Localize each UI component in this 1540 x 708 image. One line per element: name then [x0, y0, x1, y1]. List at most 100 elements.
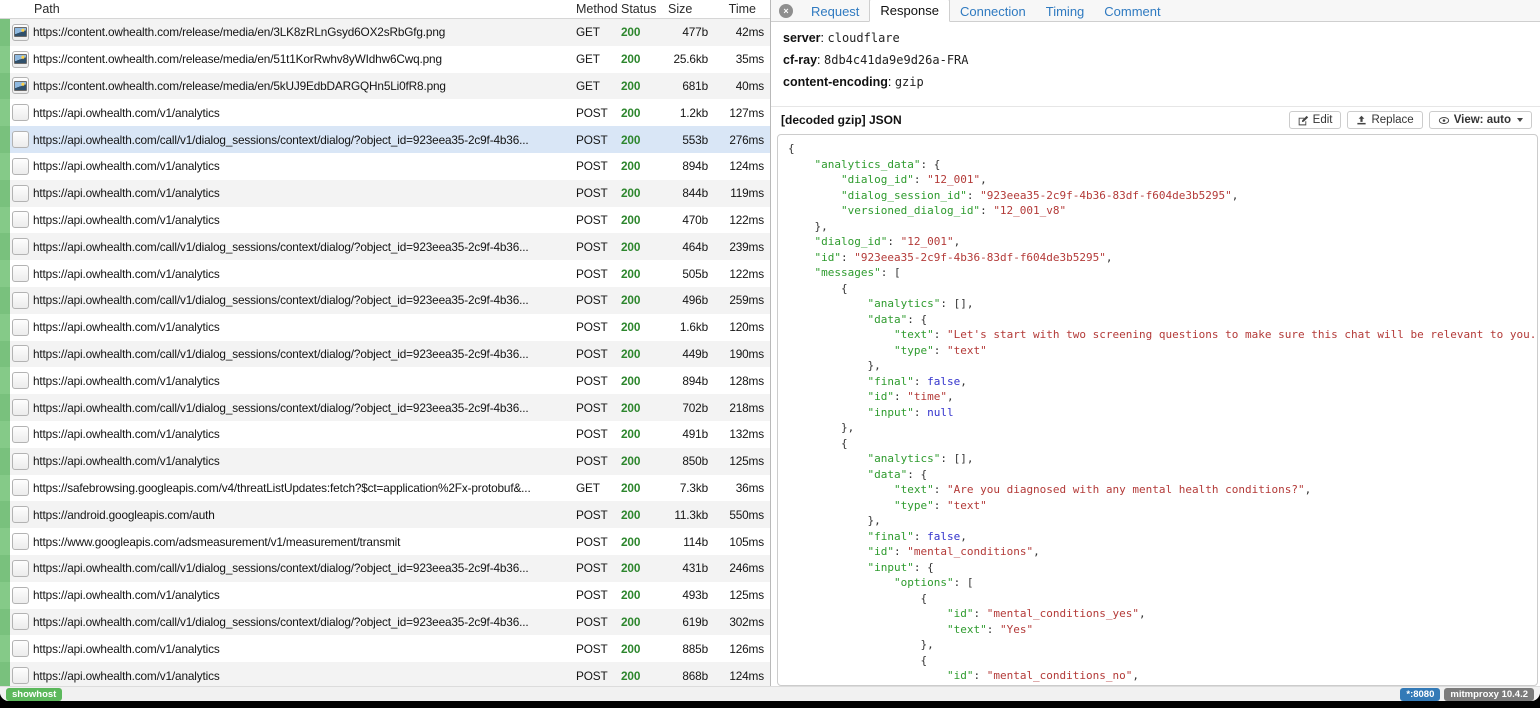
flow-list: Path Method Status Size Time https://con… [0, 0, 771, 686]
flow-row[interactable]: https://api.owhealth.com/call/v1/dialog_… [0, 609, 770, 636]
flow-row[interactable]: https://api.owhealth.com/v1/analytics PO… [0, 448, 770, 475]
flow-path: https://api.owhealth.com/v1/analytics [32, 374, 572, 388]
resource-type-icon [12, 104, 29, 121]
flow-method: GET [572, 52, 617, 66]
replace-button-label: Replace [1371, 114, 1413, 126]
upload-icon [1356, 115, 1367, 126]
view-mode-button[interactable]: View: auto [1429, 111, 1532, 129]
flow-row[interactable]: https://api.owhealth.com/v1/analytics PO… [0, 635, 770, 662]
flow-row[interactable]: https://api.owhealth.com/v1/analytics PO… [0, 367, 770, 394]
flow-method: POST [572, 615, 617, 629]
flow-row[interactable]: https://api.owhealth.com/v1/analytics PO… [0, 260, 770, 287]
flow-status: 200 [617, 374, 662, 388]
flow-row[interactable]: https://content.owhealth.com/release/med… [0, 19, 770, 46]
resource-type-icon [12, 77, 29, 94]
json-body-viewer[interactable]: { "analytics_data": { "dialog_id": "12_0… [777, 134, 1538, 686]
response-header-line: cf-ray: 8db4c41da9e9d26a-FRA [783, 54, 1528, 67]
flow-row[interactable]: https://content.owhealth.com/release/med… [0, 46, 770, 73]
flow-size: 681b [662, 79, 714, 93]
flow-status: 200 [617, 293, 662, 307]
flow-time: 132ms [714, 427, 768, 441]
header-name: cf-ray [783, 53, 817, 67]
flow-time: 259ms [714, 293, 768, 307]
resource-type-icon [12, 158, 29, 175]
flow-method: POST [572, 320, 617, 334]
json-line: "options": [ [788, 575, 1537, 591]
image-thumbnail-icon [14, 27, 27, 37]
flow-row[interactable]: https://www.googleapis.com/adsmeasuremen… [0, 528, 770, 555]
flow-size: 493b [662, 588, 714, 602]
flow-row[interactable]: https://api.owhealth.com/call/v1/dialog_… [0, 341, 770, 368]
json-line: "id": "time", [788, 389, 1537, 405]
flow-path: https://content.owhealth.com/release/med… [32, 79, 572, 93]
flow-status: 200 [617, 588, 662, 602]
json-line: }, [788, 219, 1537, 235]
flow-row[interactable]: https://api.owhealth.com/call/v1/dialog_… [0, 555, 770, 582]
flow-status: 200 [617, 669, 662, 683]
tab-timing[interactable]: Timing [1036, 1, 1095, 22]
flow-row[interactable]: https://api.owhealth.com/v1/analytics PO… [0, 582, 770, 609]
flow-time: 125ms [714, 588, 768, 602]
marker-stripe [0, 207, 10, 234]
flow-size: 894b [662, 159, 714, 173]
flow-path: https://api.owhealth.com/v1/analytics [32, 213, 572, 227]
flow-row[interactable]: https://api.owhealth.com/v1/analytics PO… [0, 662, 770, 686]
flow-row[interactable]: https://content.owhealth.com/release/med… [0, 73, 770, 100]
marker-stripe [0, 19, 10, 46]
tab-comment[interactable]: Comment [1094, 1, 1170, 22]
showhost-option-badge: showhost [6, 688, 62, 701]
flow-method: POST [572, 186, 617, 200]
flow-row[interactable]: https://safebrowsing.googleapis.com/v4/t… [0, 475, 770, 502]
flow-status: 200 [617, 52, 662, 66]
flow-row[interactable]: https://api.owhealth.com/call/v1/dialog_… [0, 233, 770, 260]
column-header-status: Status [617, 2, 662, 16]
chevron-down-icon [1517, 118, 1523, 122]
resource-type-icon [12, 238, 29, 255]
flow-size: 25.6kb [662, 52, 714, 66]
flow-method: POST [572, 374, 617, 388]
json-line: "data": { [788, 467, 1537, 483]
flow-row[interactable]: https://api.owhealth.com/call/v1/dialog_… [0, 394, 770, 421]
content-view-label: [decoded gzip] JSON [781, 113, 1283, 127]
replace-button[interactable]: Replace [1347, 111, 1422, 129]
resource-type-icon [12, 533, 29, 550]
tab-request[interactable]: Request [801, 1, 869, 22]
flow-size: 1.2kb [662, 106, 714, 120]
status-bar-right: *:8080 mitmproxy 10.4.2 [1400, 688, 1534, 701]
image-thumbnail-icon [14, 81, 27, 91]
flow-time: 126ms [714, 642, 768, 656]
json-line: "dialog_id": "12_001", [788, 234, 1537, 250]
flow-time: 276ms [714, 133, 768, 147]
marker-stripe [0, 341, 10, 368]
json-line: }, [788, 637, 1537, 653]
edit-button[interactable]: Edit [1289, 111, 1342, 129]
resource-type-icon [12, 640, 29, 657]
flow-row[interactable]: https://api.owhealth.com/v1/analytics PO… [0, 180, 770, 207]
flow-row[interactable]: https://api.owhealth.com/v1/analytics PO… [0, 421, 770, 448]
flow-row[interactable]: https://api.owhealth.com/call/v1/dialog_… [0, 287, 770, 314]
flow-row[interactable]: https://api.owhealth.com/v1/analytics PO… [0, 99, 770, 126]
close-icon[interactable]: × [779, 4, 793, 18]
flow-method: GET [572, 79, 617, 93]
flow-row[interactable]: https://api.owhealth.com/v1/analytics PO… [0, 207, 770, 234]
json-line: { [788, 141, 1537, 157]
flow-path: https://content.owhealth.com/release/med… [32, 25, 572, 39]
flow-path: https://api.owhealth.com/call/v1/dialog_… [32, 347, 572, 361]
flow-path: https://api.owhealth.com/call/v1/dialog_… [32, 133, 572, 147]
marker-stripe [0, 46, 10, 73]
column-header-method: Method [572, 2, 617, 16]
flow-row[interactable]: https://api.owhealth.com/call/v1/dialog_… [0, 126, 770, 153]
json-line: "id": "mental_conditions_yes", [788, 606, 1537, 622]
json-line: { [788, 281, 1537, 297]
flow-size: 619b [662, 615, 714, 629]
flow-row[interactable]: https://api.owhealth.com/v1/analytics PO… [0, 153, 770, 180]
tab-connection[interactable]: Connection [950, 1, 1036, 22]
pencil-icon [1298, 115, 1309, 126]
marker-stripe [0, 233, 10, 260]
flow-row[interactable]: https://api.owhealth.com/v1/analytics PO… [0, 314, 770, 341]
marker-stripe [0, 180, 10, 207]
flow-size: 114b [662, 535, 714, 549]
flow-detail-panel: × Request Response Connection Timing Com… [771, 0, 1540, 686]
flow-row[interactable]: https://android.googleapis.com/auth POST… [0, 501, 770, 528]
tab-response[interactable]: Response [869, 0, 950, 22]
